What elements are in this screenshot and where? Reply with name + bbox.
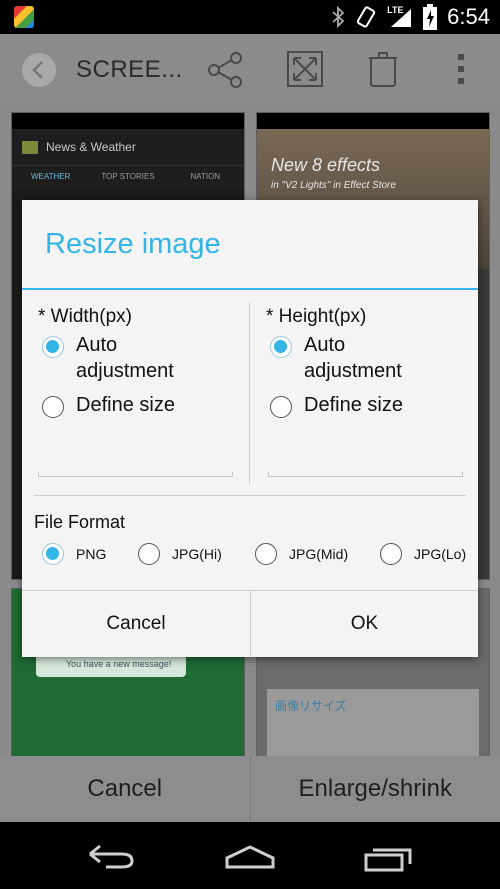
thumb-title: 画像リサイズ bbox=[275, 699, 347, 713]
battery-charging-icon bbox=[423, 4, 438, 30]
back-button[interactable] bbox=[22, 53, 56, 87]
height-label: * Height(px) bbox=[266, 306, 367, 327]
bluetooth-icon bbox=[332, 6, 345, 28]
width-section: * Width(px) Auto adjustment Define size bbox=[36, 300, 246, 418]
png-radio[interactable] bbox=[42, 543, 64, 565]
recents-nav-icon[interactable] bbox=[364, 846, 414, 872]
format-option-jpg-hi[interactable]: JPG(Hi) bbox=[130, 543, 222, 565]
resize-icon[interactable] bbox=[286, 50, 324, 88]
width-label: * Width(px) bbox=[38, 306, 132, 327]
column-divider bbox=[249, 302, 250, 484]
height-define-radio[interactable] bbox=[270, 396, 292, 418]
enlarge-shrink-button[interactable]: Enlarge/shrink bbox=[249, 756, 500, 822]
height-auto-radio[interactable] bbox=[270, 336, 292, 358]
status-bar: LTE 6:54 bbox=[0, 0, 500, 34]
resize-image-dialog: Resize image * Width(px) Auto adjustment… bbox=[22, 200, 478, 657]
jpg-mid-label: JPG(Mid) bbox=[289, 546, 349, 562]
thumb-tab: WEATHER bbox=[30, 172, 71, 181]
width-define-radio[interactable] bbox=[42, 396, 64, 418]
app-title: SCREE... bbox=[76, 56, 183, 83]
jpg-hi-radio[interactable] bbox=[138, 543, 160, 565]
height-define-label: Define size bbox=[304, 394, 403, 416]
vibrate-icon bbox=[357, 6, 376, 28]
app-notification-icon bbox=[14, 6, 34, 28]
format-option-jpg-lo[interactable]: JPG(Lo) bbox=[372, 543, 466, 565]
title-divider bbox=[22, 288, 478, 290]
news-app-icon bbox=[22, 141, 38, 154]
file-format-label: File Format bbox=[34, 512, 126, 532]
chevron-left-icon bbox=[32, 61, 43, 79]
width-auto-label: Auto adjustment bbox=[76, 334, 174, 382]
home-nav-icon[interactable] bbox=[224, 844, 276, 870]
bottom-cancel-button[interactable]: Cancel bbox=[0, 756, 250, 822]
width-define-label: Define size bbox=[76, 394, 175, 416]
height-define-option[interactable]: Define size bbox=[264, 392, 474, 418]
app-bar: SCREE... bbox=[0, 34, 500, 104]
thumb-tab: NATION bbox=[190, 172, 221, 181]
png-label: PNG bbox=[76, 546, 107, 562]
width-define-option[interactable]: Define size bbox=[36, 392, 246, 418]
thumb-tab: TOP STORIES bbox=[101, 172, 155, 181]
ok-button[interactable]: OK bbox=[251, 591, 478, 657]
width-auto-option[interactable]: Auto adjustment bbox=[36, 332, 246, 384]
jpg-lo-label: JPG(Lo) bbox=[414, 546, 467, 562]
height-auto-label: Auto adjustment bbox=[304, 334, 402, 382]
share-icon[interactable] bbox=[206, 52, 244, 88]
height-section: * Height(px) Auto adjustment Define size bbox=[264, 300, 474, 418]
section-divider bbox=[34, 495, 466, 496]
trash-icon[interactable] bbox=[368, 50, 398, 88]
back-nav-icon[interactable] bbox=[86, 842, 136, 870]
status-time: 6:54 bbox=[447, 4, 490, 29]
height-auto-option[interactable]: Auto adjustment bbox=[264, 332, 474, 384]
file-format-options: PNG JPG(Hi) JPG(Mid) JPG(Lo) bbox=[34, 543, 474, 569]
format-option-png[interactable]: PNG bbox=[34, 543, 106, 565]
thumb-headline: New 8 effects bbox=[271, 155, 381, 175]
thumb-app-title: News & Weather bbox=[46, 140, 136, 154]
dialog-title: Resize image bbox=[45, 228, 221, 260]
jpg-hi-label: JPG(Hi) bbox=[172, 546, 222, 562]
width-auto-radio[interactable] bbox=[42, 336, 64, 358]
overflow-menu-icon[interactable] bbox=[456, 52, 466, 86]
cancel-button[interactable]: Cancel bbox=[22, 591, 250, 657]
jpg-mid-radio[interactable] bbox=[255, 543, 277, 565]
bottom-action-bar: Cancel Enlarge/shrink bbox=[0, 756, 500, 822]
height-size-input[interactable] bbox=[268, 472, 463, 477]
width-size-input[interactable] bbox=[38, 472, 233, 477]
navigation-bar bbox=[0, 822, 500, 889]
jpg-lo-radio[interactable] bbox=[380, 543, 402, 565]
signal-icon: LTE bbox=[387, 5, 413, 29]
format-option-jpg-mid[interactable]: JPG(Mid) bbox=[247, 543, 348, 565]
thumb-subline: in "V2 Lights" in Effect Store bbox=[271, 180, 396, 191]
